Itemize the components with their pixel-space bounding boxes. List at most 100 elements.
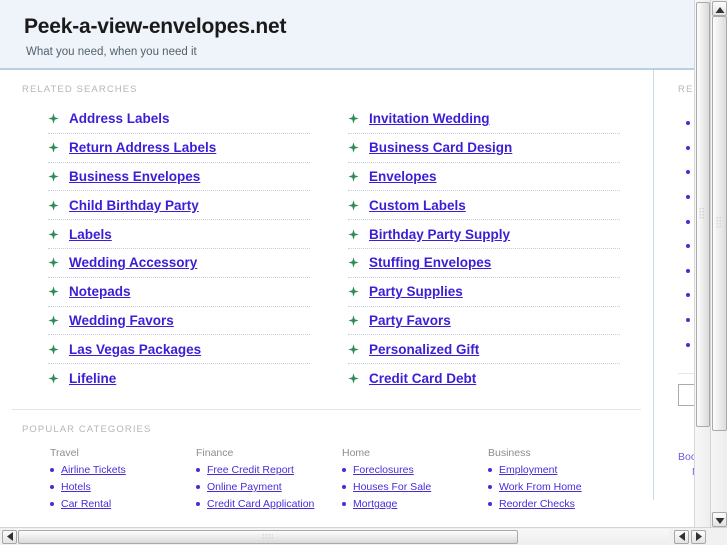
category-item: Car Rental [50, 498, 196, 510]
related-search-link[interactable]: Lifeline [69, 371, 116, 386]
category-link[interactable]: Credit Card Application [207, 498, 314, 510]
page-vertical-scrollbar[interactable] [694, 0, 710, 527]
popular-categories-grid: Travel Airline Tickets Hotels Car Rental Fin… [0, 435, 653, 525]
category-link[interactable]: Work From Home [499, 481, 582, 493]
related-search-link[interactable]: Wedding Favors [69, 313, 174, 328]
bullet-dot-icon [196, 467, 200, 472]
related-searches-label: RELATED SEARCHES [22, 84, 138, 95]
green-star-icon [348, 171, 361, 184]
related-searches-column-1: Address Labels Return Address Labels Busin… [0, 105, 310, 393]
browser-vertical-scrollbar[interactable] [710, 0, 727, 545]
scroll-grip-icon [262, 528, 274, 545]
category-item: Mortgage [342, 498, 488, 510]
category-item: Foreclosures [342, 464, 488, 476]
browser-window: Peek-a-view-envelopes.net What you need,… [0, 0, 727, 545]
related-search-link[interactable]: Party Favors [369, 313, 451, 328]
category-link[interactable]: Employment [499, 464, 557, 476]
category-link[interactable]: Mortgage [353, 498, 397, 510]
bullet-dot-icon [196, 484, 200, 489]
related-search-link[interactable]: Labels [69, 227, 112, 242]
related-search-row: Custom Labels [348, 191, 620, 221]
browser-scroll-thumb[interactable] [712, 16, 727, 431]
green-star-icon [348, 286, 361, 299]
related-search-link[interactable]: Business Card Design [369, 140, 512, 155]
related-search-link[interactable]: Las Vegas Packages [69, 342, 201, 357]
category-link[interactable]: Car Rental [61, 498, 111, 510]
related-searches-column-2: Invitation Wedding Business Card Design En… [310, 105, 620, 393]
category-group: Business Employment Work From Home Reorder … [488, 447, 634, 515]
bullet-dot-icon [342, 484, 346, 489]
green-star-icon [48, 113, 61, 126]
category-item: Houses For Sale [342, 481, 488, 493]
bullet-dot-icon [686, 170, 690, 175]
category-link[interactable]: Hotels [61, 481, 91, 493]
scroll-up-arrow-icon [715, 0, 724, 18]
scroll-up-button[interactable] [712, 1, 727, 16]
related-search-row: Personalized Gift [348, 335, 620, 365]
related-search-link[interactable]: Wedding Accessory [69, 255, 197, 270]
browser-scroll-track[interactable] [711, 16, 727, 512]
scroll-left-arrow-icon [6, 528, 13, 545]
scroll-right-button[interactable] [691, 530, 706, 544]
related-search-link[interactable]: Birthday Party Supply [369, 227, 510, 242]
related-search-link[interactable]: Notepads [69, 284, 131, 299]
related-search-row: Labels [48, 220, 310, 249]
vertical-scroll-thumb[interactable] [696, 2, 710, 427]
category-link[interactable]: Reorder Checks [499, 498, 575, 510]
category-link[interactable]: Airline Tickets [61, 464, 126, 476]
bullet-dot-icon [686, 244, 690, 249]
scroll-grip-icon [716, 215, 723, 233]
related-search-link[interactable]: Child Birthday Party [69, 198, 199, 213]
related-search-row: Wedding Favors [48, 307, 310, 336]
site-header: Peek-a-view-envelopes.net What you need,… [0, 0, 710, 70]
category-link[interactable]: Free Credit Report [207, 464, 294, 476]
related-search-row: Party Favors [348, 307, 620, 336]
category-link[interactable]: Foreclosures [353, 464, 414, 476]
category-link[interactable]: Houses For Sale [353, 481, 431, 493]
bullet-dot-icon [50, 467, 54, 472]
related-search-link[interactable]: Stuffing Envelopes [369, 255, 491, 270]
category-item: Credit Card Application [196, 498, 342, 510]
green-star-icon [348, 200, 361, 213]
bullet-dot-icon [488, 467, 492, 472]
related-search-row: Las Vegas Packages [48, 335, 310, 365]
related-search-link[interactable]: Invitation Wedding [369, 111, 490, 126]
related-search-link[interactable]: Address Labels [69, 111, 170, 126]
scroll-down-arrow-icon [715, 511, 724, 529]
related-search-row: Business Envelopes [48, 163, 310, 192]
scroll-down-button[interactable] [712, 512, 727, 527]
related-search-link[interactable]: Return Address Labels [69, 140, 216, 155]
content-body: RELATED SEARCHES Address Labels Return Ad… [0, 70, 710, 525]
related-search-link[interactable]: Business Envelopes [69, 169, 200, 184]
popular-categories-label: POPULAR CATEGORIES [22, 423, 152, 435]
scroll-left-button-secondary[interactable] [674, 530, 689, 544]
bullet-dot-icon [686, 145, 690, 150]
related-search-row: Stuffing Envelopes [348, 249, 620, 278]
related-search-row: Return Address Labels [48, 134, 310, 163]
horizontal-scroll-thumb[interactable] [18, 530, 518, 544]
page-horizontal-scrollbar[interactable] [0, 527, 727, 545]
related-search-row: Child Birthday Party [48, 191, 310, 221]
scroll-left-button[interactable] [2, 530, 17, 544]
category-group-title: Business [488, 446, 531, 459]
category-link[interactable]: Online Payment [207, 481, 282, 493]
category-item: Hotels [50, 481, 196, 493]
bullet-dot-icon [50, 484, 54, 489]
green-star-icon [348, 257, 361, 270]
related-search-link[interactable]: Personalized Gift [369, 342, 479, 357]
related-search-row: Notepads [48, 278, 310, 307]
related-search-link[interactable]: Credit Card Debt [369, 371, 476, 386]
related-search-link[interactable]: Envelopes [369, 169, 437, 184]
page-title: Peek-a-view-envelopes.net [24, 15, 287, 38]
related-search-row: Wedding Accessory [48, 249, 310, 278]
bullet-dot-icon [686, 219, 690, 224]
category-group: Home Foreclosures Houses For Sale Mortgage [342, 447, 488, 515]
bullet-dot-icon [686, 121, 690, 126]
category-item: Free Credit Report [196, 464, 342, 476]
green-star-icon [48, 315, 61, 328]
bullet-dot-icon [488, 484, 492, 489]
related-search-row: Credit Card Debt [348, 364, 620, 393]
scroll-left-arrow-icon [678, 528, 685, 545]
related-search-link[interactable]: Party Supplies [369, 284, 463, 299]
related-search-link[interactable]: Custom Labels [369, 198, 466, 213]
